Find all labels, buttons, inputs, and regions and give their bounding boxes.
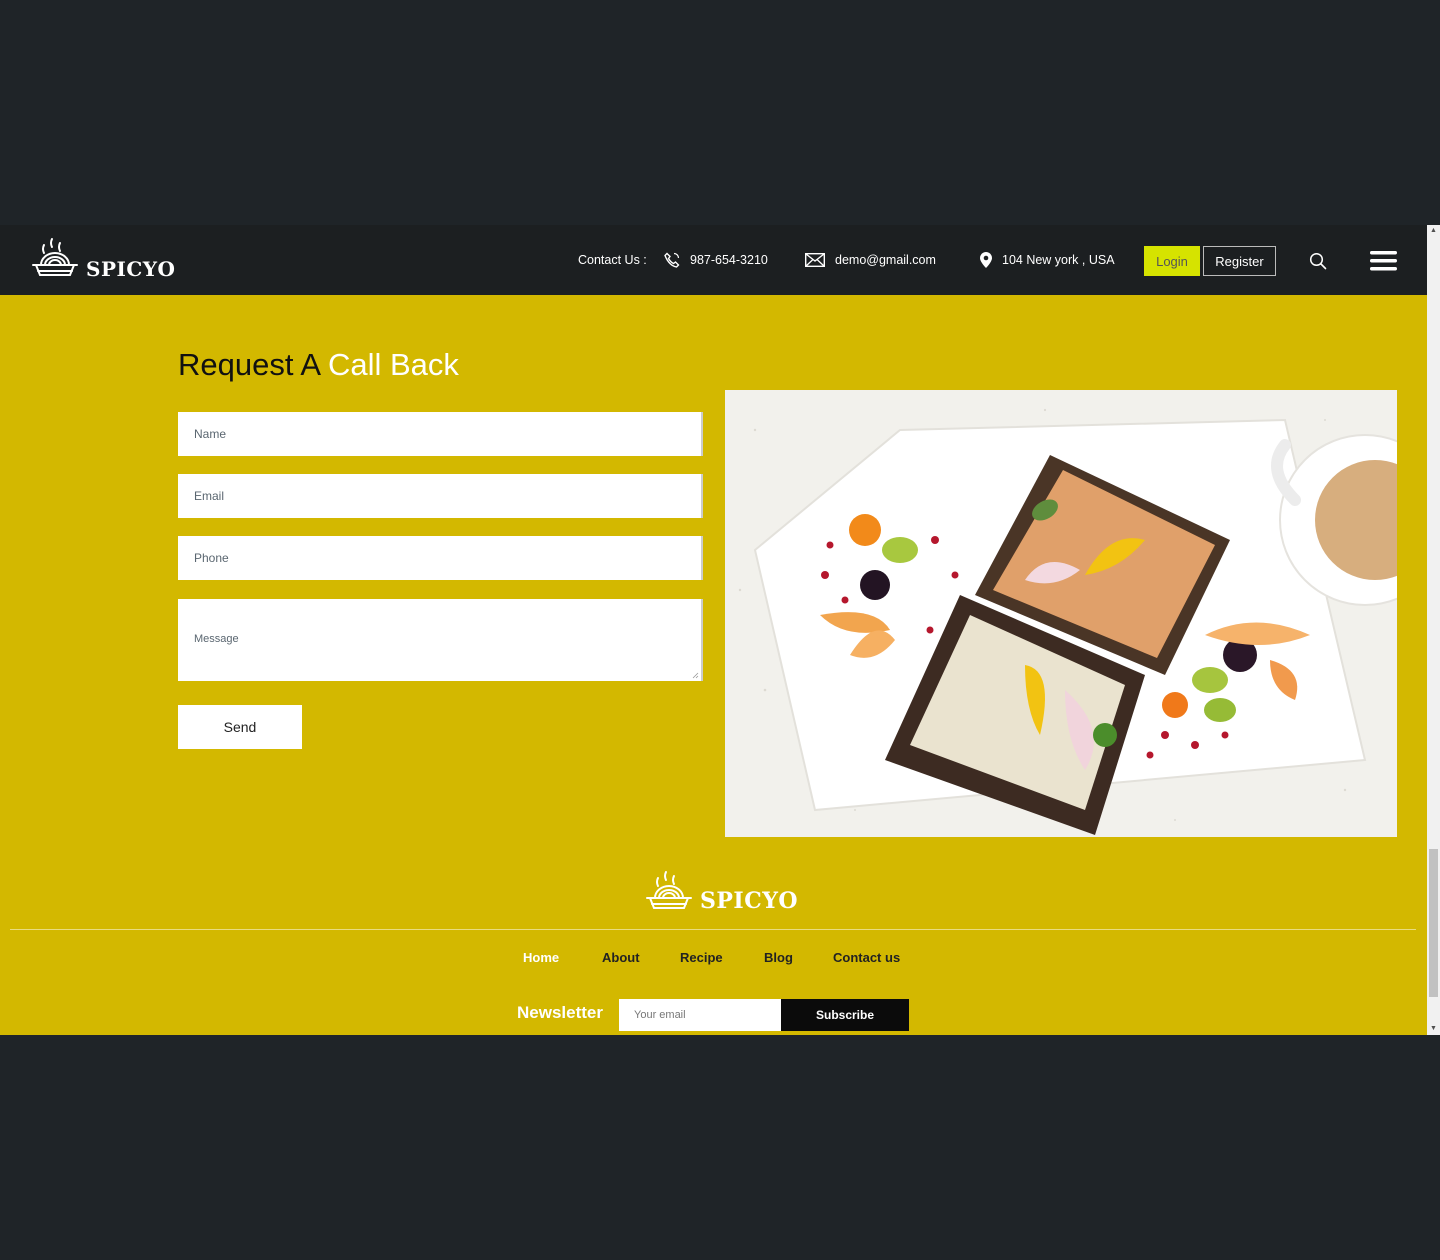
name-input[interactable]: Name [178,412,703,456]
footer-divider [10,929,1416,930]
brand-name: SPICYO [86,257,176,281]
footer-nav-home[interactable]: Home [523,950,559,965]
scrollbar[interactable]: ▲ ▼ [1427,225,1440,1035]
footer-brand-name: SPICYO [700,888,799,914]
phone-info[interactable]: 987-654-3210 [664,225,768,295]
form-title-prefix: Request A [178,347,320,382]
subscribe-button[interactable]: Subscribe [781,999,909,1031]
phone-icon [664,252,680,268]
header-logo[interactable]: SPICYO [30,235,175,285]
contact-label: Contact Us : [578,253,647,267]
footer-nav-contact[interactable]: Contact us [833,950,900,965]
send-button[interactable]: Send [178,705,302,749]
envelope-icon [805,253,825,267]
login-button[interactable]: Login [1144,246,1200,276]
phone-input[interactable]: Phone [178,536,703,580]
search-icon[interactable] [1309,252,1327,270]
scrollbar-thumb[interactable] [1429,849,1438,997]
site-header: SPICYO Contact Us : 987-654-3210 demo@gm… [0,225,1427,295]
newsletter-email-input[interactable]: Your email [619,999,781,1031]
footer-nav-recipe[interactable]: Recipe [680,950,723,965]
hamburger-menu-icon[interactable] [1370,251,1397,271]
message-placeholder: Message [194,633,239,645]
newsletter-label: Newsletter [517,1003,603,1022]
email-address: demo@gmail.com [835,253,936,267]
location-pin-icon [980,252,992,268]
register-button[interactable]: Register [1203,246,1276,276]
address-text: 104 New york , USA [1002,253,1115,267]
footer-logo[interactable]: SPICYO [644,868,798,918]
browser-viewport: SPICYO Contact Us : 987-654-3210 demo@gm… [0,225,1440,1035]
noodle-bowl-icon [646,871,692,909]
message-textarea[interactable]: Message [178,599,703,681]
address-info: 104 New york , USA [980,225,1115,295]
phone-number: 987-654-3210 [690,253,768,267]
food-image [725,390,1397,837]
footer-nav-blog[interactable]: Blog [764,950,793,965]
email-info[interactable]: demo@gmail.com [805,225,936,295]
scroll-up-arrow-icon[interactable]: ▲ [1427,225,1440,237]
email-input[interactable]: Email [178,474,703,518]
scroll-down-arrow-icon[interactable]: ▼ [1427,1023,1440,1035]
resize-handle-icon[interactable] [692,672,699,679]
noodle-bowl-icon [32,238,78,276]
form-title: Request A Call Back [178,347,459,383]
footer-nav-about[interactable]: About [602,950,640,965]
form-title-highlight: Call Back [327,347,459,382]
